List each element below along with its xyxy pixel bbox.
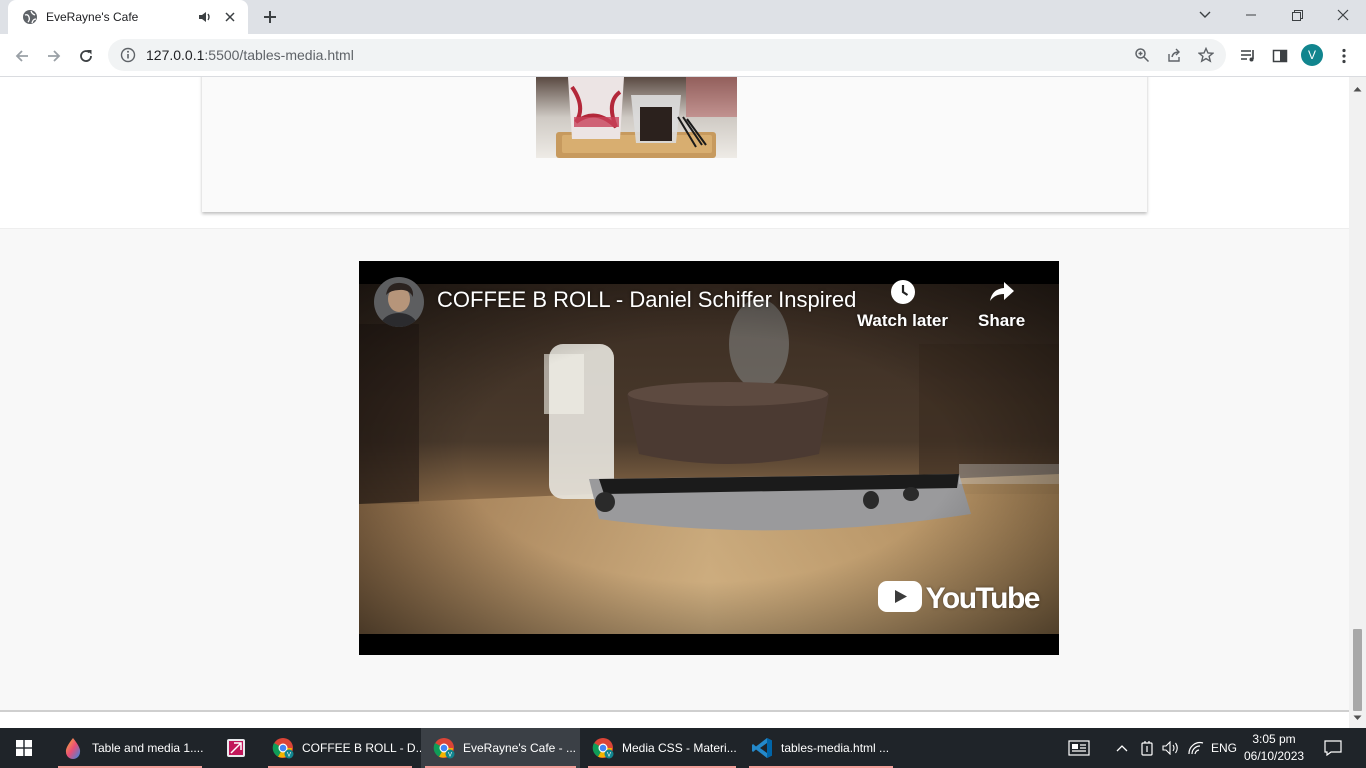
page-viewport: COFFEE B ROLL - Daniel Schiffer Inspired… [0,77,1349,728]
globe-icon [22,9,38,25]
chrome-icon: V [272,737,294,759]
youtube-video-embed[interactable]: COFFEE B ROLL - Daniel Schiffer Inspired… [359,261,1059,655]
side-panel-icon[interactable] [1266,42,1294,70]
browser-tab[interactable]: EveRayne's Cafe [8,0,248,34]
taskbar-item-label: tables-media.html ... [781,741,890,755]
reload-button[interactable] [72,42,100,70]
battery-plug-icon[interactable] [1136,728,1158,768]
volume-icon[interactable] [1160,728,1182,768]
close-window-button[interactable] [1320,0,1366,30]
clock-time: 3:05 pm [1252,732,1296,746]
svg-text:V: V [287,753,291,759]
youtube-logo-text: YouTube [925,582,1041,615]
taskbar-item-snip[interactable] [214,728,258,768]
taskbar-item-chrome-everayne[interactable]: V EveRayne's Cafe - ... [421,728,580,768]
taskbar-item-paint[interactable]: Table and media 1.... [54,728,206,768]
channel-avatar[interactable] [374,277,424,327]
profile-avatar[interactable]: V [1301,44,1323,66]
taskbar-item-chrome-media[interactable]: V Media CSS - Materi... [584,728,740,768]
share-arrow-icon [988,277,1016,307]
chrome-icon: V [433,737,455,759]
snip-tool-icon [225,737,247,759]
site-info-icon[interactable] [120,47,136,63]
clock-icon [890,277,916,307]
vscode-icon [751,737,773,759]
share-page-icon[interactable] [1158,41,1190,69]
share-label: Share [978,311,1026,330]
tab-search-button[interactable] [1182,0,1228,30]
scroll-down-arrow-icon[interactable] [1353,708,1362,726]
scroll-up-arrow-icon[interactable] [1353,79,1362,97]
tab-strip: EveRayne's Cafe [0,0,1366,34]
watch-later-button[interactable]: Watch later [857,277,948,331]
new-tab-button[interactable] [258,5,282,29]
news-widget-icon[interactable] [1064,728,1094,768]
image-card [202,77,1147,212]
share-button[interactable]: Share [978,277,1025,331]
taskbar-item-label: Media CSS - Materi... [622,741,737,755]
start-button[interactable] [0,728,48,768]
windows-taskbar: Table and media 1.... V COFFEE B ROLL - … [0,728,1366,768]
vertical-scrollbar[interactable] [1349,77,1366,728]
wifi-icon[interactable] [1184,728,1208,768]
menu-kebab-icon[interactable] [1330,42,1358,70]
taskbar-item-label: Table and media 1.... [92,741,204,755]
close-tab-icon[interactable] [222,9,238,25]
paint-drop-icon [62,737,84,759]
scrollbar-thumb[interactable] [1353,629,1362,711]
back-button[interactable] [8,42,36,70]
taskbar-item-chrome-coffee[interactable]: V COFFEE B ROLL - D... [264,728,426,768]
youtube-play-icon [877,581,922,617]
chrome-icon: V [592,737,614,759]
clock-date: 06/10/2023 [1244,749,1305,763]
zoom-icon[interactable] [1126,41,1158,69]
svg-text:V: V [448,753,452,759]
drinks-photo [536,77,737,158]
page-footer-edge [0,710,1349,728]
taskbar-item-label: EveRayne's Cafe - ... [463,741,577,755]
video-title[interactable]: COFFEE B ROLL - Daniel Schiffer Inspired [437,287,856,313]
address-bar[interactable]: 127.0.0.1:5500/tables-media.html [108,39,1226,71]
watch-later-label: Watch later [857,311,949,330]
media-controls-icon[interactable] [1234,42,1262,70]
url-text[interactable]: 127.0.0.1:5500/tables-media.html [146,47,1126,63]
restore-button[interactable] [1274,0,1320,30]
speaker-icon[interactable] [196,9,214,25]
minimize-button[interactable] [1228,0,1274,30]
tab-title: EveRayne's Cafe [46,10,139,24]
bookmark-star-icon[interactable] [1190,41,1222,69]
taskbar-item-label: COFFEE B ROLL - D... [302,741,426,755]
input-language[interactable]: ENG [1208,728,1240,768]
browser-toolbar: 127.0.0.1:5500/tables-media.html V [0,34,1366,77]
notifications-icon[interactable] [1318,728,1348,768]
show-hidden-icons-chevron-icon[interactable] [1112,728,1132,768]
system-clock[interactable]: 3:05 pm 06/10/2023 [1244,731,1304,765]
forward-button[interactable] [40,42,68,70]
youtube-logo[interactable]: YouTube [877,581,1041,617]
svg-text:V: V [607,753,611,759]
taskbar-item-vscode[interactable]: tables-media.html ... [745,728,897,768]
windows-logo-icon [16,740,32,756]
